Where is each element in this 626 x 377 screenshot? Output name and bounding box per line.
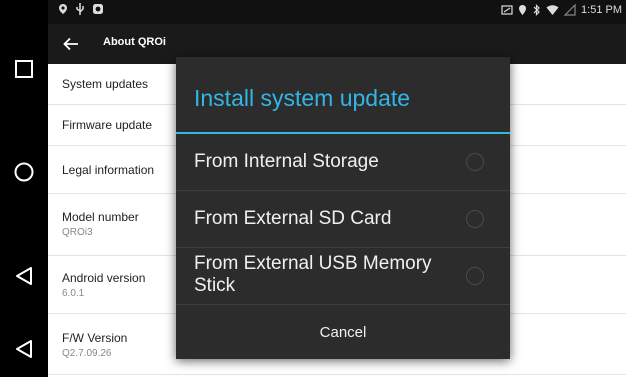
location-pin-icon	[59, 4, 67, 14]
cast-icon	[501, 5, 513, 15]
location-icon	[519, 5, 527, 15]
install-update-dialog: Install system update From Internal Stor…	[176, 57, 510, 359]
list-item-subtitle: Q2.7.09.26	[62, 348, 112, 359]
recents-square-icon	[15, 60, 33, 78]
cancel-button[interactable]: Cancel	[176, 305, 510, 359]
list-item-title: Android version	[62, 271, 146, 285]
home-circle-icon	[14, 162, 34, 182]
dialog-title: Install system update	[194, 85, 411, 111]
usb-icon	[76, 3, 84, 15]
list-item-title: Model number	[62, 210, 139, 224]
bluetooth-icon	[533, 4, 540, 16]
option-label: From External USB Memory Stick	[194, 253, 432, 296]
list-item-subtitle: QROi3	[62, 227, 93, 238]
status-right-icons: 1:51 PM	[501, 4, 622, 16]
arrow-back-icon[interactable]	[62, 35, 80, 53]
home-button[interactable]	[10, 158, 38, 186]
status-time: 1:51 PM	[581, 4, 622, 16]
list-item-title: System updates	[62, 77, 149, 91]
status-bar: 1:51 PM	[48, 0, 626, 24]
radio-button[interactable]	[466, 153, 484, 171]
option-external-sd-card[interactable]: From External SD Card	[176, 191, 510, 248]
option-external-usb-memory-stick[interactable]: From External USB Memory Stick	[176, 248, 510, 305]
option-internal-storage[interactable]: From Internal Storage	[176, 134, 510, 191]
status-left-icons	[58, 3, 104, 15]
list-item-title: F/W Version	[62, 331, 128, 345]
system-nav-bar	[0, 0, 48, 377]
back-outline-icon	[16, 340, 32, 358]
signal-icon	[564, 4, 576, 16]
back-secondary-button[interactable]	[10, 335, 38, 363]
option-label: From External SD Card	[194, 208, 392, 229]
radio-button[interactable]	[466, 210, 484, 228]
list-item-title: Firmware update	[62, 118, 153, 132]
device-screen: 1:51 PM About QROi System updates Firmwa…	[48, 0, 626, 377]
back-button[interactable]	[10, 262, 38, 290]
recents-button[interactable]	[10, 55, 38, 83]
page-title: About QROi	[103, 36, 166, 48]
list-item-title: Legal information	[62, 163, 155, 177]
app-notification-icon	[93, 4, 103, 14]
radio-button[interactable]	[466, 267, 484, 285]
wifi-icon	[546, 5, 559, 15]
option-label: From Internal Storage	[194, 151, 379, 172]
back-triangle-icon	[16, 267, 32, 285]
list-item-subtitle: 6.0.1	[62, 288, 85, 299]
